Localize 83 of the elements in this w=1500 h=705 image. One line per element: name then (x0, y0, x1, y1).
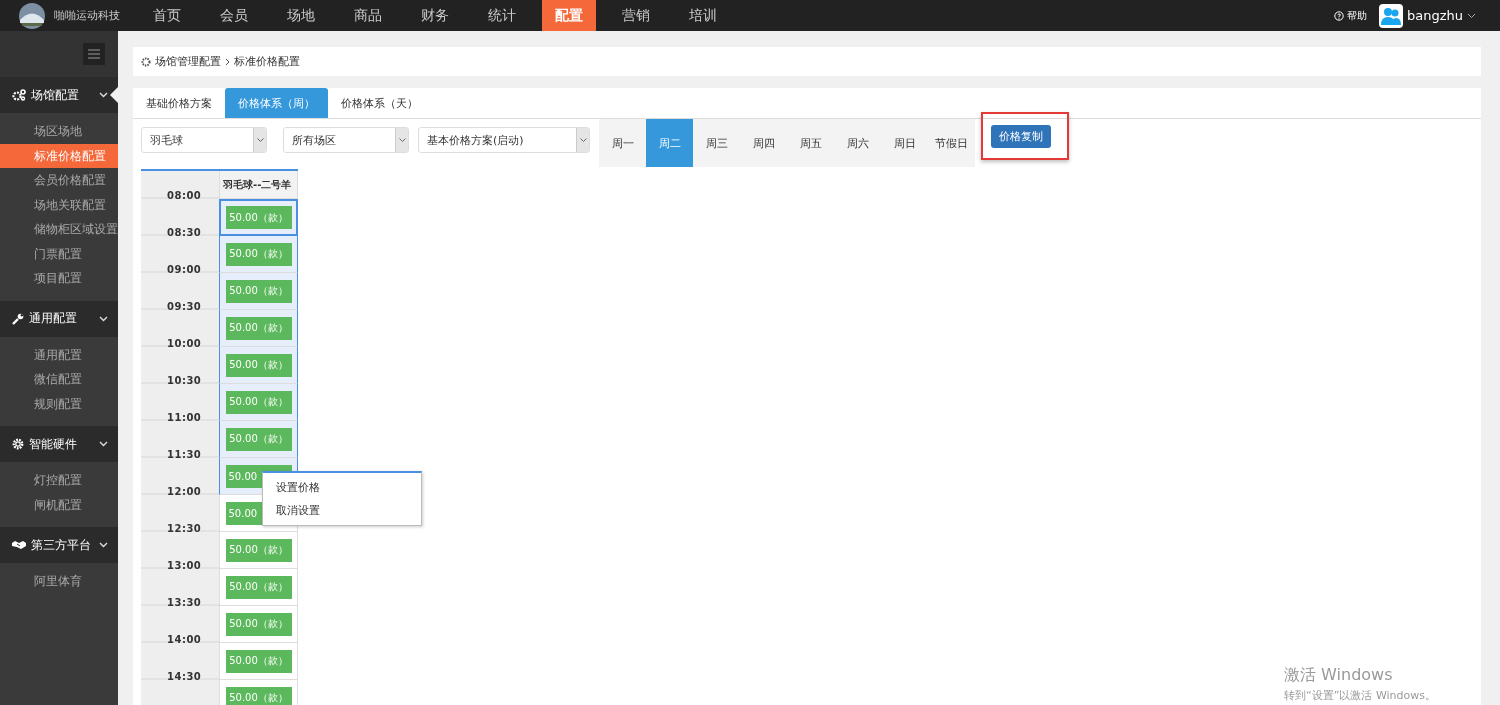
nav-item[interactable]: 培训 (676, 0, 730, 31)
sidebar-item[interactable]: 阿里体育 (0, 569, 118, 594)
time-label: 08:30 (167, 227, 202, 238)
nav-item[interactable]: 首页 (140, 0, 194, 31)
nav-item[interactable]: 商品 (341, 0, 395, 31)
gear-icon (141, 56, 151, 67)
nav-item[interactable]: 会员 (207, 0, 261, 31)
sidebar-group-header[interactable]: 场馆配置 (0, 77, 118, 113)
day-tab[interactable]: 节假日 (928, 119, 975, 167)
dropdown-select[interactable]: 基本价格方案(启动) (418, 127, 590, 153)
time-label: 10:00 (167, 338, 202, 349)
help-link[interactable]: 帮助 (1334, 8, 1367, 23)
logo-icon (16, 2, 48, 29)
day-tab[interactable]: 周三 (693, 119, 740, 167)
chevron-icon (99, 315, 108, 322)
tab[interactable]: 价格体系（周） (225, 88, 328, 118)
tab[interactable]: 价格体系（天） (328, 88, 431, 118)
time-label: 14:30 (167, 671, 202, 682)
time-label: 11:30 (167, 449, 202, 460)
nav-item[interactable]: 配置 (542, 0, 596, 31)
sidebar-group-header[interactable]: 通用配置 (0, 300, 118, 337)
menu-icon (88, 49, 100, 59)
chevron-down-icon (398, 137, 406, 143)
gears-icon (12, 89, 26, 101)
copy-price-button[interactable]: 价格复制 (991, 124, 1051, 148)
handshake-icon (12, 540, 26, 550)
day-tab[interactable]: 周日 (881, 119, 928, 167)
user-avatar-icon (1379, 3, 1403, 28)
time-label: 11:00 (167, 412, 202, 423)
chevron-down-icon (256, 137, 264, 143)
tab[interactable]: 基础价格方案 (133, 88, 225, 118)
wrench-icon (12, 312, 24, 325)
active-pointer-icon (110, 87, 118, 103)
dropdown-select[interactable]: 羽毛球 (141, 127, 267, 153)
dropdown-select[interactable]: 所有场区 (283, 127, 409, 153)
court-header: 羽毛球--二号羊 (219, 171, 298, 199)
nav-item[interactable]: 场地 (274, 0, 328, 31)
chevron-icon (99, 441, 108, 447)
sidebar-item[interactable]: 项目配置 (0, 266, 118, 291)
menu-toggle-button[interactable] (83, 43, 105, 65)
chevron-icon (99, 542, 108, 548)
day-tab[interactable]: 周五 (787, 119, 834, 167)
sidebar-item[interactable]: 会员价格配置 (0, 168, 118, 193)
day-tab[interactable]: 周一 (599, 119, 646, 167)
breadcrumb-separator-icon (225, 57, 230, 66)
sidebar-item[interactable]: 闸机配置 (0, 492, 118, 517)
day-tab[interactable]: 周四 (740, 119, 787, 167)
sidebar-item[interactable]: 微信配置 (0, 367, 118, 392)
sidebar-item[interactable]: 灯控配置 (0, 468, 118, 493)
sidebar-group-header[interactable]: 智能硬件 (0, 426, 118, 462)
sidebar-item[interactable]: 标准价格配置 (0, 143, 118, 168)
nav-item[interactable]: 财务 (408, 0, 462, 31)
day-tab[interactable]: 周二 (646, 119, 693, 167)
nav-item[interactable]: 统计 (475, 0, 529, 31)
time-label: 13:30 (167, 597, 202, 608)
help-icon (1334, 10, 1344, 21)
activation-watermark-hint: 转到“设置”以激活 Windows。 (1284, 688, 1436, 703)
activation-watermark-title: 激活 Windows (1284, 665, 1394, 686)
brand-name: 啪啪运动科技 (54, 8, 120, 23)
sidebar-item[interactable]: 门票配置 (0, 241, 118, 266)
breadcrumb-link[interactable]: 场馆管理配置 (155, 54, 221, 69)
sidebar-item[interactable]: 场区场地 (0, 119, 118, 144)
time-label: 10:30 (167, 375, 202, 386)
gear-icon (12, 438, 24, 450)
day-tab[interactable]: 周六 (834, 119, 881, 167)
time-label: 12:00 (167, 486, 202, 497)
sidebar-group-header[interactable]: 第三方平台 (0, 527, 118, 563)
time-label: 09:00 (167, 264, 202, 275)
time-label: 14:00 (167, 634, 202, 645)
chevron-down-icon (579, 137, 587, 143)
time-label: 09:30 (167, 301, 202, 312)
sidebar-item[interactable]: 储物柜区域设置 (0, 217, 118, 242)
sidebar-item[interactable]: 规则配置 (0, 391, 118, 416)
time-label: 08:00 (167, 190, 202, 201)
nav-item[interactable]: 营销 (609, 0, 663, 31)
time-label: 12:30 (167, 523, 202, 534)
sidebar-item[interactable]: 场地关联配置 (0, 192, 118, 217)
user-menu[interactable]: bangzhu (1379, 3, 1476, 28)
time-label: 13:00 (167, 560, 202, 571)
sidebar-item[interactable]: 通用配置 (0, 342, 118, 367)
chevron-icon (99, 92, 108, 98)
chevron-down-icon (1467, 12, 1476, 19)
breadcrumb-link[interactable]: 标准价格配置 (234, 54, 300, 69)
